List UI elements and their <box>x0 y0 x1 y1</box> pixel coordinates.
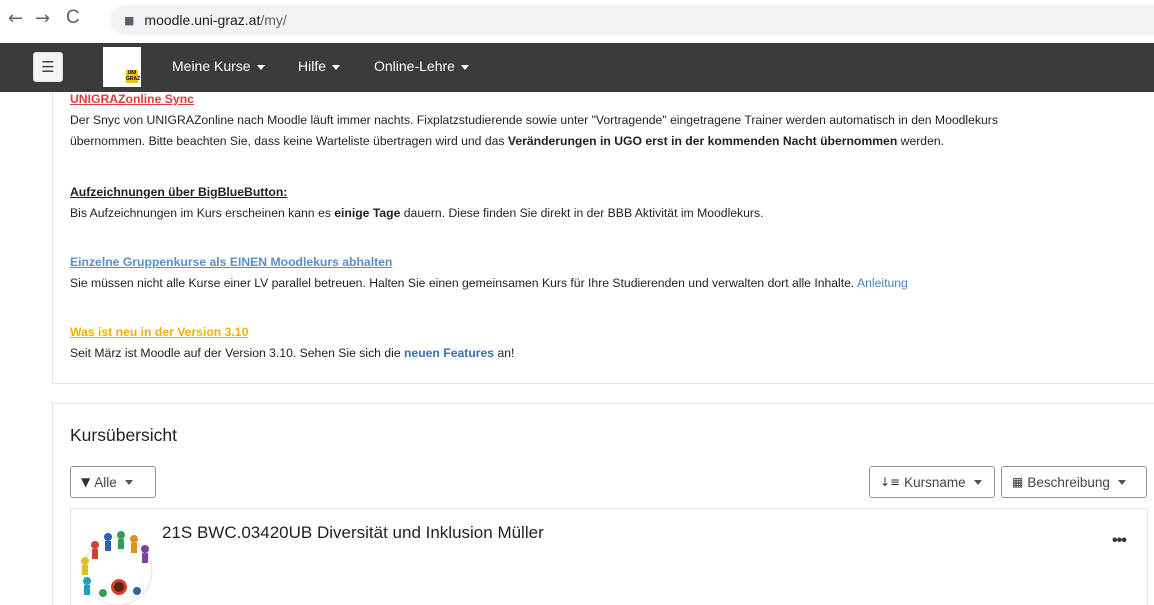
uni-graz-logo[interactable]: UNI GRAZ <box>103 47 141 87</box>
filter-icon: ▼ <box>81 475 91 489</box>
url-path: /my/ <box>260 12 287 28</box>
caret-down-icon <box>332 64 341 70</box>
groups-line: Sie müssen nicht alle Kurse einer LV par… <box>70 273 908 294</box>
sync-heading-link[interactable]: UNIGRAZonline Sync <box>70 92 194 106</box>
caret-down-icon <box>460 64 469 70</box>
address-bar[interactable]: ■ moodle.uni-graz.at/my/ <box>110 5 1154 35</box>
course-overview-title: Kursübersicht <box>70 425 177 445</box>
view-label: Beschreibung <box>1027 474 1110 490</box>
sync-line-1: Der Snyc von UNIGRAZonline nach Moodle l… <box>70 113 998 127</box>
bbb-line-bold: einige Tage <box>334 206 401 220</box>
nav-meine-kurse[interactable]: Meine Kurse <box>172 58 265 74</box>
filter-label: Alle <box>94 474 117 490</box>
nav-meine-kurse-label: Meine Kurse <box>172 58 251 74</box>
version-heading-link[interactable]: Was ist neu in der Version 3.10 <box>70 325 248 339</box>
url-host: moodle.uni-graz.at <box>144 12 261 28</box>
grid-icon: ▦ <box>1012 475 1024 489</box>
notice-bbb: Aufzeichnungen über BigBlueButton: Bis A… <box>70 182 763 224</box>
groups-line-text: Sie müssen nicht alle Kurse einer LV par… <box>70 276 858 290</box>
notice-sync: UNIGRAZonline Sync Der Snyc von UNIGRAZo… <box>70 89 998 152</box>
browser-bar: ← → C ■ moodle.uni-graz.at/my/ <box>0 0 1154 40</box>
sort-icon: ↓≡ <box>880 475 901 489</box>
caret-down-icon <box>1117 479 1126 485</box>
lock-icon: ■ <box>124 13 135 27</box>
nav-hilfe[interactable]: Hilfe <box>298 58 341 74</box>
version-line-a: Seit März ist Moodle auf der Version 3.1… <box>70 346 404 360</box>
back-arrow-icon[interactable]: ← <box>8 8 23 29</box>
version-line: Seit März ist Moodle auf der Version 3.1… <box>70 343 514 364</box>
filter-dropdown[interactable]: ▼ Alle <box>70 466 156 498</box>
nav-online-lehre-label: Online-Lehre <box>374 58 455 74</box>
caret-down-icon <box>256 64 265 70</box>
bbb-line-a: Bis Aufzeichnungen im Kurs erscheinen ka… <box>70 206 335 220</box>
forward-arrow-icon[interactable]: → <box>35 8 50 29</box>
course-name-link[interactable]: 21S BWC.03420UB Diversität und Inklusion… <box>162 523 544 543</box>
sync-line-2-bold: Veränderungen in UGO erst in der kommend… <box>507 134 898 148</box>
bbb-heading: Aufzeichnungen über BigBlueButton: <box>70 185 288 199</box>
sync-line-2: übernommen. Bitte beachten Sie, dass kei… <box>70 131 998 152</box>
neue-features-link[interactable]: neuen Features <box>404 346 494 360</box>
sync-line-2a: übernommen. Bitte beachten Sie, dass kei… <box>70 134 508 148</box>
hamburger-menu-button[interactable]: ☰ <box>33 52 63 82</box>
reload-icon[interactable]: C <box>66 7 80 29</box>
sort-dropdown[interactable]: ↓≡ Kursname <box>869 466 995 498</box>
logo-mark: UNI GRAZ <box>126 70 141 83</box>
sync-line-2c: werden. <box>897 134 945 148</box>
bbb-line: Bis Aufzeichnungen im Kurs erscheinen ka… <box>70 203 763 224</box>
view-dropdown[interactable]: ▦ Beschreibung <box>1001 466 1147 498</box>
nav-hilfe-label: Hilfe <box>298 58 327 74</box>
groups-heading-link[interactable]: Einzelne Gruppenkurse als EINEN Moodleku… <box>70 255 392 269</box>
caret-down-icon <box>124 479 133 485</box>
notice-version: Was ist neu in der Version 3.10 Seit Mär… <box>70 322 514 364</box>
nav-online-lehre[interactable]: Online-Lehre <box>374 58 469 74</box>
version-line-c: an! <box>494 346 515 360</box>
anleitung-link[interactable]: Anleitung <box>857 276 908 290</box>
sort-label: Kursname <box>904 474 966 490</box>
notice-groups: Einzelne Gruppenkurse als EINEN Moodleku… <box>70 252 908 294</box>
top-navbar: ☰ UNI GRAZ Meine Kurse Hilfe Online-Lehre <box>0 43 1154 92</box>
course-image[interactable] <box>75 525 161 605</box>
bbb-line-c: dauern. Diese finden Sie direkt in der B… <box>400 206 764 220</box>
caret-down-icon <box>973 479 982 485</box>
more-options-icon[interactable]: ••• <box>1112 532 1127 550</box>
